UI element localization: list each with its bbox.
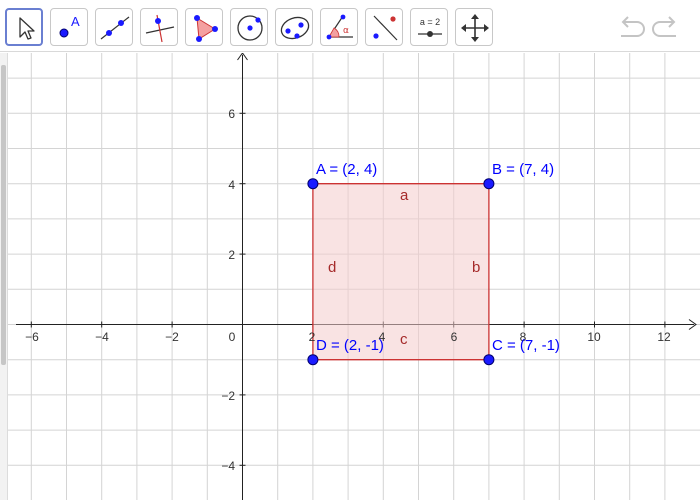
segment-label-d: d [328,259,336,276]
line-icon [100,16,130,40]
point-label-a: A = (2, 4) [316,161,377,178]
y-tick-label: 2 [228,248,235,262]
polygon-tool-button[interactable] [185,8,223,46]
point-a[interactable] [307,178,319,190]
x-tick-label: 6 [451,330,458,344]
point-icon: A [59,14,80,38]
point-label-d: D = (2, -1) [316,337,384,354]
segment-label-b: b [472,259,480,276]
circle-icon [237,15,263,41]
conic-tool-button[interactable] [275,8,313,46]
redo-button[interactable] [650,14,682,40]
undo-button[interactable] [615,14,647,40]
point-label-c: C = (7, -1) [492,337,560,354]
circle-tool-button[interactable] [230,8,268,46]
y-tick-label: −4 [221,459,235,473]
point-label-b: B = (7, 4) [492,161,554,178]
point-c[interactable] [483,354,495,366]
move-arrows-icon [461,14,489,42]
point-icon-letter: A [71,14,80,29]
move-tool-button[interactable] [5,8,43,46]
segment-label-c: c [400,331,408,348]
point-b[interactable] [483,178,495,190]
perpendicular-line-icon [145,14,175,43]
y-tick-label: 6 [228,107,235,121]
point-d[interactable] [307,354,319,366]
angle-icon: α [326,14,353,40]
segment-label-a: a [400,187,409,204]
reflect-icon [373,15,398,41]
reflect-tool-button[interactable] [365,8,403,46]
angle-tool-button[interactable]: α [320,8,358,46]
graphics-view[interactable]: a b c d −6 −4 −2 0 2 4 6 8 10 12 6 4 2 −… [0,53,700,500]
ellipse-icon [280,16,310,40]
slider-icon-label: a = 2 [420,17,440,27]
toolbar: A α a = 2 [0,0,700,52]
point-tool-button[interactable]: A [50,8,88,46]
angle-icon-alpha: α [343,26,349,36]
x-tick-label: −6 [25,330,39,344]
cursor-arrow-icon [19,17,35,40]
y-tick-label: −2 [221,389,235,403]
origin-label: 0 [229,330,236,344]
x-tick-label: 12 [657,330,671,344]
slider-icon: a = 2 [418,17,442,37]
x-tick-label: 2 [309,330,316,344]
y-tick-label: 4 [228,178,235,192]
line-tool-button[interactable] [95,8,133,46]
x-tick-label: 10 [587,330,601,344]
slider-tool-button[interactable]: a = 2 [410,8,448,46]
x-tick-label: −4 [95,330,109,344]
y-axis [237,53,248,500]
polygon-icon [194,15,218,42]
undo-icon [621,16,645,37]
x-tick-label: −2 [165,330,179,344]
redo-icon [652,16,676,37]
move-graphics-view-tool-button[interactable] [455,8,493,46]
perpendicular-line-tool-button[interactable] [140,8,178,46]
